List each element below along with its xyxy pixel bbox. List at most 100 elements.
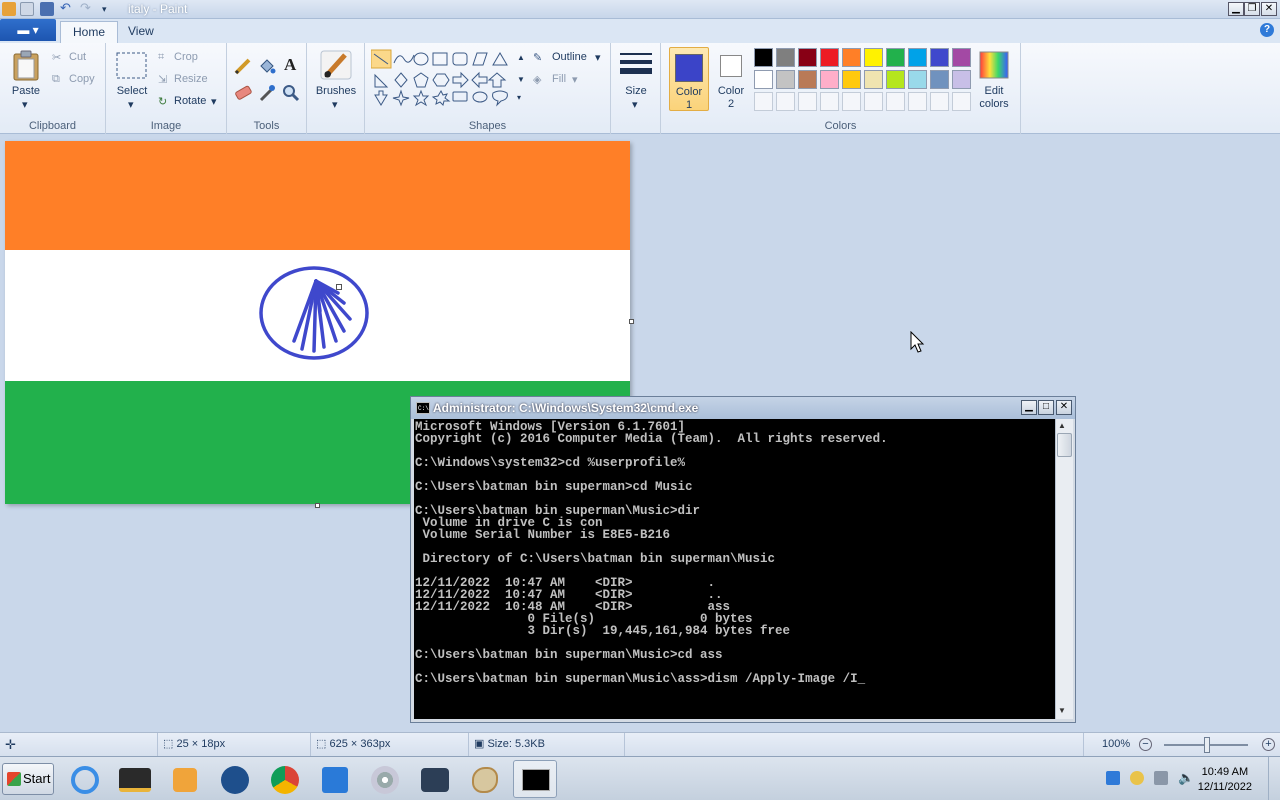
- pencil-icon[interactable]: [233, 56, 253, 76]
- taskbar-app-6[interactable]: [313, 760, 357, 798]
- network-icon[interactable]: [1154, 771, 1168, 785]
- palette-swatch[interactable]: [864, 48, 883, 67]
- text-tool-icon[interactable]: A: [284, 55, 296, 75]
- brushes-button[interactable]: Brushes: [311, 85, 361, 97]
- color-2-button[interactable]: Color 2: [711, 47, 751, 111]
- palette-swatch[interactable]: [930, 70, 949, 89]
- cmd-title-bar[interactable]: C:\ Administrator: C:\Windows\System32\c…: [411, 397, 1075, 419]
- quick-access-toolbar-icon[interactable]: [20, 2, 34, 16]
- scroll-down-arrow-icon[interactable]: ▼: [1058, 706, 1066, 715]
- tab-home[interactable]: Home: [60, 21, 119, 43]
- custom-color-slot[interactable]: [952, 92, 971, 111]
- cmd-close-button[interactable]: ✕: [1056, 400, 1072, 415]
- action-center-icon[interactable]: [1106, 771, 1120, 785]
- cmd-maximize-button[interactable]: □: [1038, 400, 1054, 415]
- palette-swatch[interactable]: [776, 70, 795, 89]
- palette-swatch[interactable]: [754, 70, 773, 89]
- palette-swatch[interactable]: [798, 70, 817, 89]
- palette-swatch[interactable]: [776, 48, 795, 67]
- outline-button[interactable]: Outline: [552, 51, 587, 63]
- taskbar-app-4[interactable]: [213, 760, 257, 798]
- cmd-scrollbar[interactable]: ▲ ▼: [1055, 419, 1073, 719]
- color-1-button[interactable]: Color 1: [669, 47, 709, 111]
- palette-swatch[interactable]: [908, 70, 927, 89]
- select-dropdown-icon[interactable]: ▾: [128, 98, 134, 111]
- redo-icon[interactable]: ↷: [80, 1, 94, 16]
- file-menu-button[interactable]: ▬ ▾: [0, 19, 56, 41]
- crop-button[interactable]: Crop: [174, 51, 198, 63]
- custom-color-slot[interactable]: [754, 92, 773, 111]
- taskbar-chrome[interactable]: [263, 760, 307, 798]
- brushes-dropdown-icon[interactable]: ▾: [332, 98, 338, 111]
- custom-color-slot[interactable]: [842, 92, 861, 111]
- rotate-button[interactable]: Rotate: [174, 95, 206, 107]
- taskbar-paint[interactable]: [463, 760, 507, 798]
- scroll-thumb[interactable]: [1057, 433, 1072, 457]
- custom-color-slot[interactable]: [908, 92, 927, 111]
- resize-button[interactable]: Resize: [174, 73, 208, 85]
- save-icon[interactable]: [40, 2, 54, 16]
- custom-color-slot[interactable]: [776, 92, 795, 111]
- custom-color-slot[interactable]: [798, 92, 817, 111]
- custom-color-slot[interactable]: [864, 92, 883, 111]
- palette-swatch[interactable]: [864, 70, 883, 89]
- custom-color-slot[interactable]: [820, 92, 839, 111]
- size-dropdown-icon[interactable]: ▾: [632, 98, 638, 111]
- fill-dropdown-icon[interactable]: ▾: [572, 73, 578, 86]
- copy-button[interactable]: Copy: [69, 73, 95, 85]
- taskbar-cmd[interactable]: [513, 760, 557, 798]
- zoom-slider-thumb[interactable]: [1204, 737, 1210, 753]
- shapes-scroll-down-icon[interactable]: ▼: [517, 75, 525, 84]
- fill-icon[interactable]: [257, 56, 277, 76]
- start-button[interactable]: Start: [2, 763, 54, 795]
- scroll-up-arrow-icon[interactable]: ▲: [1058, 421, 1066, 430]
- paste-dropdown-icon[interactable]: ▾: [22, 98, 28, 111]
- custom-color-slot[interactable]: [930, 92, 949, 111]
- taskbar-app-8[interactable]: [413, 760, 457, 798]
- taskbar-dvd-maker[interactable]: [363, 760, 407, 798]
- canvas-resize-handle-bottom[interactable]: [315, 503, 320, 508]
- size-button[interactable]: Size: [616, 85, 656, 97]
- palette-swatch[interactable]: [952, 70, 971, 89]
- shapes-gallery[interactable]: [371, 49, 521, 111]
- undo-icon[interactable]: ↶: [60, 1, 74, 16]
- tray-app-icon[interactable]: [1130, 771, 1144, 785]
- cut-button[interactable]: Cut: [69, 51, 86, 63]
- cmd-window[interactable]: C:\ Administrator: C:\Windows\System32\c…: [410, 396, 1076, 723]
- outline-dropdown-icon[interactable]: ▾: [595, 51, 601, 64]
- magnifier-icon[interactable]: [281, 83, 301, 103]
- color-picker-icon[interactable]: [257, 83, 277, 103]
- customize-quick-access-icon[interactable]: ▾: [102, 2, 116, 16]
- close-button[interactable]: ✕: [1261, 2, 1277, 16]
- palette-swatch[interactable]: [886, 70, 905, 89]
- edit-colors-button[interactable]: Edit colors: [973, 85, 1015, 111]
- taskbar-media-player[interactable]: [163, 760, 207, 798]
- show-desktop-button[interactable]: [1268, 757, 1280, 800]
- canvas-resize-handle-right[interactable]: [629, 319, 634, 324]
- volume-icon[interactable]: 🔈: [1178, 771, 1194, 785]
- fill-button[interactable]: Fill: [552, 73, 566, 85]
- system-clock[interactable]: 10:49 AM 12/11/2022: [1198, 765, 1252, 795]
- shapes-scroll-up-icon[interactable]: ▲: [517, 53, 525, 62]
- taskbar-media-center[interactable]: [113, 760, 157, 798]
- minimize-button[interactable]: ▁: [1228, 2, 1244, 16]
- cmd-console[interactable]: Microsoft Windows [Version 6.1.7601] Copy…: [414, 419, 1055, 719]
- rotate-dropdown-icon[interactable]: ▾: [211, 95, 217, 108]
- paste-button[interactable]: Paste: [8, 85, 44, 97]
- palette-swatch[interactable]: [908, 48, 927, 67]
- palette-swatch[interactable]: [886, 48, 905, 67]
- palette-swatch[interactable]: [842, 70, 861, 89]
- palette-swatch[interactable]: [754, 48, 773, 67]
- zoom-in-button[interactable]: +: [1262, 738, 1275, 751]
- eraser-icon[interactable]: [233, 83, 253, 103]
- help-icon[interactable]: ?: [1260, 23, 1274, 37]
- restore-button[interactable]: ❐: [1244, 2, 1260, 16]
- select-button[interactable]: Select: [112, 85, 152, 97]
- palette-swatch[interactable]: [798, 48, 817, 67]
- palette-swatch[interactable]: [820, 70, 839, 89]
- taskbar-internet-explorer[interactable]: [63, 760, 107, 798]
- palette-swatch[interactable]: [820, 48, 839, 67]
- custom-color-slot[interactable]: [886, 92, 905, 111]
- palette-swatch[interactable]: [930, 48, 949, 67]
- zoom-out-button[interactable]: −: [1139, 738, 1152, 751]
